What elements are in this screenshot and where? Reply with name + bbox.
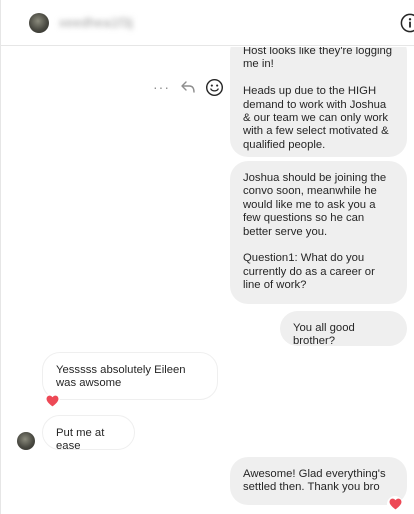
contact-avatar[interactable] [29,13,49,33]
more-icon[interactable]: ··· [153,77,170,97]
reply-icon[interactable] [180,80,196,94]
info-icon[interactable] [400,13,414,33]
chat-window: xeedhea1f3j Host looks like they're logg… [0,0,414,514]
message-hover-actions: ··· [153,77,225,101]
react-emoji-icon[interactable] [205,78,224,97]
message-outgoing[interactable]: You all good brother? [280,311,407,347]
heart-reaction-icon[interactable] [44,393,60,409]
message-outgoing[interactable]: Host looks like they're logging me in! H… [230,47,407,157]
contact-username[interactable]: xeedhea1f3j [59,15,133,30]
message-outgoing[interactable]: Joshua should be joining the convo soon,… [230,161,407,304]
message-outgoing[interactable]: Awesome! Glad everything's settled then.… [230,457,407,505]
message-incoming[interactable]: Yesssss absolutely Eileen was awsome [42,352,218,400]
message-thread[interactable]: Host looks like they're logging me in! H… [1,47,414,514]
heart-reaction-icon[interactable] [387,496,403,512]
message-incoming[interactable]: Put me at ease [42,415,135,452]
chat-header: xeedhea1f3j [1,0,414,46]
sender-avatar[interactable] [17,432,35,450]
